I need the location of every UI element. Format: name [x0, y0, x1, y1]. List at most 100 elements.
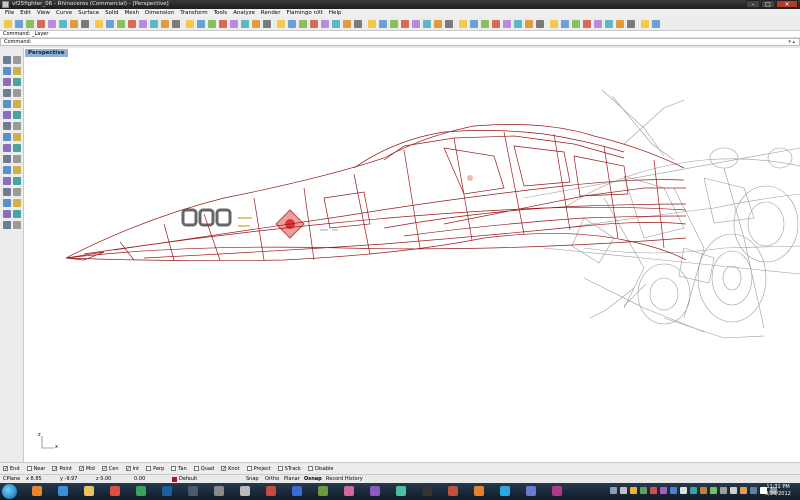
- osnap-checkbox[interactable]: ✓: [3, 466, 8, 472]
- osnap-checkbox[interactable]: [246, 466, 252, 471]
- layer-color-swatch[interactable]: [172, 477, 177, 482]
- osnap-mid[interactable]: ✓ Mid: [78, 466, 95, 472]
- menu-edit[interactable]: Edit: [17, 9, 34, 17]
- export-button[interactable]: [58, 19, 67, 29]
- array-tool-button[interactable]: [3, 177, 12, 186]
- torus-button[interactable]: [422, 19, 431, 29]
- open-button[interactable]: [14, 19, 23, 29]
- group-tool-button[interactable]: [3, 199, 12, 208]
- render-preview-button[interactable]: [593, 19, 602, 29]
- split-tool-button[interactable]: [3, 188, 12, 197]
- polygon-tool-button[interactable]: [3, 100, 12, 109]
- taskbar-app-vlc[interactable]: [468, 485, 490, 498]
- save-button[interactable]: [25, 19, 34, 29]
- taskbar-app-rhino[interactable]: [208, 485, 230, 498]
- curve-tool-button[interactable]: [3, 78, 12, 87]
- mesh-button[interactable]: [433, 19, 442, 29]
- properties-button[interactable]: [251, 19, 260, 29]
- mesh-box-tool-button[interactable]: [3, 144, 12, 153]
- tray-icon[interactable]: [640, 487, 647, 494]
- layer-button[interactable]: [262, 19, 271, 29]
- shell-button[interactable]: [524, 19, 533, 29]
- tray-icon[interactable]: [680, 487, 687, 494]
- loft-tool-button[interactable]: [13, 122, 22, 131]
- undo-button[interactable]: [105, 19, 114, 29]
- osnap-checkbox[interactable]: [146, 466, 152, 471]
- toggle-record-history[interactable]: Record History: [326, 475, 363, 483]
- osnap-disable[interactable]: Disable: [307, 466, 334, 472]
- camera-button[interactable]: [640, 19, 649, 29]
- arc-tool-button[interactable]: [13, 78, 22, 87]
- osnap-checkbox[interactable]: ✓: [101, 466, 107, 472]
- osnap-end[interactable]: ✓ End: [3, 466, 20, 472]
- osnap-point[interactable]: ✓ Point: [52, 466, 72, 472]
- join-tool-button[interactable]: [13, 188, 22, 197]
- tray-icon[interactable]: [700, 487, 707, 494]
- select-tool-button[interactable]: [3, 56, 12, 65]
- perspective-viewport[interactable]: Perspective z x: [24, 48, 800, 462]
- extrude-tool-button[interactable]: [13, 133, 22, 142]
- tray-icon[interactable]: [710, 487, 717, 494]
- ellipse-tool-button[interactable]: [13, 100, 22, 109]
- taskbar-app-steam[interactable]: [182, 485, 204, 498]
- osnap-checkbox[interactable]: [26, 466, 32, 471]
- move-tool-button[interactable]: [3, 155, 12, 164]
- mirror-tool-button[interactable]: [13, 177, 22, 186]
- zoom-button[interactable]: [149, 19, 158, 29]
- zoom-window-button[interactable]: [160, 19, 169, 29]
- osnap-checkbox[interactable]: ✓: [125, 466, 131, 472]
- dimension-tool-button[interactable]: [13, 210, 22, 219]
- start-button[interactable]: [2, 484, 17, 499]
- taskbar-app-chat[interactable]: [390, 485, 412, 498]
- curvature-button[interactable]: [549, 19, 558, 29]
- taskbar-app-photoshop[interactable]: [156, 485, 178, 498]
- taskbar-app-video[interactable]: [442, 485, 464, 498]
- boolean-tool-button[interactable]: [13, 144, 22, 153]
- menu-render[interactable]: Render: [258, 9, 284, 17]
- osnap-checkbox[interactable]: ✓: [221, 466, 226, 472]
- loft-button[interactable]: [469, 19, 478, 29]
- command-scroll-arrows[interactable]: ▾ ▴: [788, 39, 795, 46]
- osnap-knot[interactable]: ✓ Knot: [221, 466, 240, 472]
- osnap-checkbox[interactable]: ✓: [52, 466, 58, 472]
- osnap-project[interactable]: Project: [246, 466, 271, 472]
- toggle-snap[interactable]: Snap: [246, 475, 259, 483]
- tray-icon[interactable]: [750, 487, 757, 494]
- taskbar-app-music[interactable]: [546, 485, 568, 498]
- render-tool-button[interactable]: [13, 221, 22, 230]
- taskbar-app-chrome[interactable]: [130, 485, 152, 498]
- taskbar-app-terminal[interactable]: [416, 485, 438, 498]
- revolve-button[interactable]: [491, 19, 500, 29]
- fillet-button[interactable]: [513, 19, 522, 29]
- box-button[interactable]: [378, 19, 387, 29]
- viewport-tab-perspective[interactable]: Perspective: [25, 49, 68, 57]
- tray-icon[interactable]: [630, 487, 637, 494]
- offset-tool-button[interactable]: [3, 111, 12, 120]
- taskbar-app-firefox[interactable]: [26, 485, 48, 498]
- osnap-button[interactable]: [367, 19, 376, 29]
- text-tool-button[interactable]: [3, 221, 12, 230]
- shade-button[interactable]: [276, 19, 285, 29]
- current-layer[interactable]: Default: [179, 475, 197, 483]
- command-prompt[interactable]: Command: ▾ ▴: [0, 38, 800, 46]
- snap-button[interactable]: [353, 19, 362, 29]
- rhino-app-icon[interactable]: [2, 1, 9, 8]
- taskbar-app-sketchup[interactable]: [260, 485, 282, 498]
- print-button[interactable]: [36, 19, 45, 29]
- material-button[interactable]: [615, 19, 624, 29]
- menu-transform[interactable]: Transform: [177, 9, 210, 17]
- paste-button[interactable]: [94, 19, 103, 29]
- scale-tool-button[interactable]: [13, 166, 22, 175]
- draft-button[interactable]: [571, 19, 580, 29]
- render-button[interactable]: [287, 19, 296, 29]
- copy-button[interactable]: [80, 19, 89, 29]
- toggle-osnap[interactable]: Osnap: [304, 475, 322, 483]
- menu-analyze[interactable]: Analyze: [230, 9, 258, 17]
- taskbar-app-folder[interactable]: [78, 485, 100, 498]
- points-on-button[interactable]: [229, 19, 238, 29]
- cone-button[interactable]: [411, 19, 420, 29]
- new-button[interactable]: [3, 19, 12, 29]
- osnap-tan[interactable]: Tan: [171, 466, 187, 472]
- sun-button[interactable]: [626, 19, 635, 29]
- taskbar-app-paint[interactable]: [338, 485, 360, 498]
